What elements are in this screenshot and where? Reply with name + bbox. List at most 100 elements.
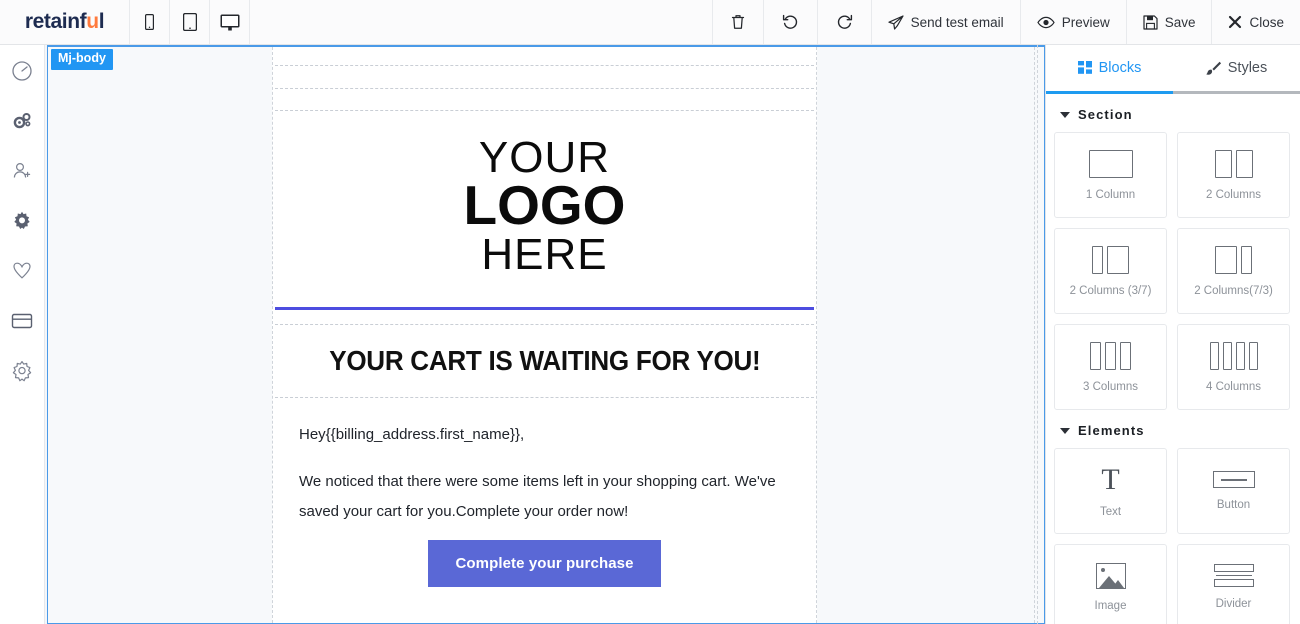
send-test-email-label: Send test email <box>910 14 1004 30</box>
mj-body-container[interactable]: Mj-body YOUR LOGO HERE YOUR CART IS WAIT… <box>47 45 1045 624</box>
empty-section-row[interactable] <box>275 47 814 66</box>
sidebar-item-coupons[interactable] <box>8 257 36 285</box>
section-blocks-grid: 1 Column 2 Columns 2 Columns (3/7) 2 Col… <box>1054 132 1292 410</box>
block-4-columns[interactable]: 4 Columns <box>1177 324 1290 410</box>
image-icon <box>1095 562 1126 589</box>
send-test-email-button[interactable]: Send test email <box>870 0 1020 44</box>
preview-button[interactable]: Preview <box>1019 0 1126 44</box>
group-header-section-label: Section <box>1078 107 1133 122</box>
tag-icon <box>13 262 31 279</box>
save-button[interactable]: Save <box>1125 0 1212 44</box>
block-button[interactable]: Button <box>1177 448 1290 534</box>
block-2-columns-7-3[interactable]: 2 Columns(7/3) <box>1177 228 1290 314</box>
preview-label: Preview <box>1061 14 1110 30</box>
dashboard-icon <box>12 61 32 81</box>
block-text[interactable]: T Text <box>1054 448 1167 534</box>
close-label: Close <box>1249 14 1284 30</box>
close-button[interactable]: Close <box>1211 0 1300 44</box>
chevron-down-icon <box>1060 427 1070 434</box>
sidebar-item-add-user[interactable] <box>8 157 36 185</box>
desktop-view-button[interactable] <box>210 0 250 44</box>
block-divider[interactable]: Divider <box>1177 544 1290 624</box>
greeting-text[interactable]: Hey{{billing_address.first_name}}, <box>299 420 790 449</box>
block-label: 2 Columns <box>1206 188 1261 201</box>
sidebar-item-dashboard[interactable] <box>8 57 36 85</box>
headline-section[interactable]: YOUR CART IS WAITING FOR YOU! <box>275 325 814 398</box>
empty-section-row[interactable] <box>275 89 814 111</box>
mobile-icon <box>145 14 154 30</box>
tablet-view-button[interactable] <box>170 0 210 44</box>
divider-section[interactable] <box>275 301 814 325</box>
button-icon <box>1212 471 1255 488</box>
two-columns-3-7-icon <box>1092 245 1129 274</box>
mobile-view-button[interactable] <box>130 0 170 44</box>
email-canvas[interactable]: Mj-body YOUR LOGO HERE YOUR CART IS WAIT… <box>45 45 1045 624</box>
block-2-columns-3-7[interactable]: 2 Columns (3/7) <box>1054 228 1167 314</box>
main-area: Mj-body YOUR LOGO HERE YOUR CART IS WAIT… <box>0 45 1300 624</box>
save-label: Save <box>1164 14 1196 30</box>
brush-icon <box>1205 61 1221 75</box>
three-columns-icon <box>1090 341 1131 370</box>
divider-line[interactable] <box>275 307 814 310</box>
brand-text-part2: u <box>86 10 99 33</box>
complete-purchase-button[interactable]: Complete your purchase <box>428 539 661 587</box>
block-image[interactable]: Image <box>1054 544 1167 624</box>
block-2-columns[interactable]: 2 Columns <box>1177 132 1290 218</box>
delete-button[interactable] <box>711 0 763 44</box>
settings-gear-icon <box>12 361 32 382</box>
headline-text[interactable]: YOUR CART IS WAITING FOR YOU! <box>329 345 761 377</box>
block-3-columns[interactable]: 3 Columns <box>1054 324 1167 410</box>
body-text-section[interactable]: Hey{{billing_address.first_name}}, We no… <box>275 398 814 611</box>
desktop-icon <box>220 14 239 30</box>
redo-icon <box>837 14 852 29</box>
floppy-disk-icon <box>1143 14 1158 30</box>
sidebar-item-billing[interactable] <box>8 307 36 335</box>
credit-card-icon <box>11 313 33 329</box>
logo-line-3: HERE <box>481 229 608 279</box>
two-columns-7-3-icon <box>1215 245 1252 274</box>
close-icon <box>1229 15 1242 29</box>
brand-logo[interactable]: retainf u l <box>0 0 130 44</box>
tab-blocks[interactable]: Blocks <box>1046 45 1173 91</box>
email-content[interactable]: YOUR LOGO HERE YOUR CART IS WAITING FOR … <box>272 47 817 623</box>
tab-styles[interactable]: Styles <box>1173 45 1300 91</box>
group-header-section[interactable]: Section <box>1054 94 1292 132</box>
one-column-icon <box>1088 149 1133 178</box>
paper-plane-icon <box>888 14 904 30</box>
cta-section[interactable]: Complete your purchase <box>299 526 790 605</box>
four-columns-icon <box>1209 341 1258 370</box>
block-label: Button <box>1216 499 1251 511</box>
brand-text-part3: l <box>98 10 105 33</box>
undo-button[interactable] <box>762 0 817 44</box>
redo-button[interactable] <box>816 0 871 44</box>
empty-section-row[interactable] <box>275 66 814 89</box>
tab-styles-label: Styles <box>1227 60 1268 76</box>
blocks-list[interactable]: Section 1 Column 2 Columns 2 Columns (3/… <box>1046 94 1300 624</box>
mj-body-badge[interactable]: Mj-body <box>51 49 113 70</box>
canvas-scroll-strip[interactable] <box>1034 47 1044 623</box>
block-label: 2 Columns (3/7) <box>1069 284 1152 297</box>
gear-icon <box>14 211 30 229</box>
sidebar-item-settings[interactable] <box>8 207 36 235</box>
logo-placeholder-image[interactable]: YOUR LOGO HERE <box>463 132 626 279</box>
email-builder-app: retainf u l Send test email Preview Save… <box>0 0 1300 624</box>
block-label: 4 Columns <box>1206 380 1261 393</box>
block-1-column[interactable]: 1 Column <box>1054 132 1167 218</box>
sidebar-item-account-settings[interactable] <box>8 357 36 385</box>
cogs-icon <box>13 113 31 129</box>
element-blocks-grid: T Text Button Image Divider <box>1054 448 1292 624</box>
logo-line-2: LOGO <box>463 174 626 237</box>
block-label: 3 Columns <box>1083 380 1138 393</box>
tablet-icon <box>182 13 197 31</box>
paragraph-text[interactable]: We noticed that there were some items le… <box>299 467 790 526</box>
logo-line-1: YOUR <box>478 132 611 182</box>
eye-icon <box>1036 16 1055 28</box>
group-header-elements[interactable]: Elements <box>1054 410 1292 448</box>
brand-text-part1: retainf <box>24 10 87 33</box>
undo-icon <box>782 14 797 29</box>
logo-section[interactable]: YOUR LOGO HERE <box>275 111 814 301</box>
sidebar-item-automations[interactable] <box>8 107 36 135</box>
blocks-grid-icon <box>1077 61 1092 74</box>
user-add-icon <box>13 162 31 178</box>
